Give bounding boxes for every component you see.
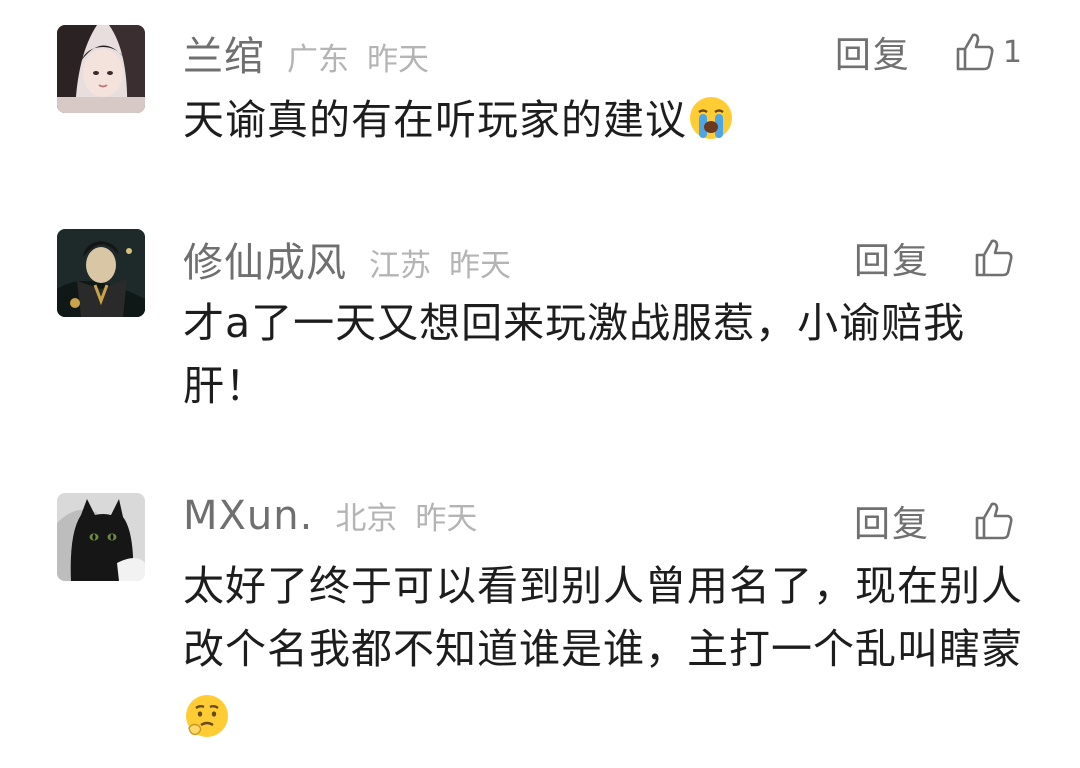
comment-meta: 兰绾 广东 昨天 (183, 24, 429, 80)
like-count: 1 (1002, 34, 1022, 70)
thinking-worried-face-emoji (183, 692, 231, 740)
comment-text: 太好了终于可以看到别人曾用名了，现在别人 改个名我都不知道谁是谁，主打一个乱叫瞎… (183, 555, 1033, 741)
username[interactable]: 修仙成风 (183, 230, 347, 288)
reply-button[interactable]: 回复 (854, 495, 930, 547)
reply-button[interactable]: 回复 (835, 26, 911, 78)
timestamp: 昨天 (415, 501, 478, 537)
comment-text: 天谕真的有在听玩家的建议 (183, 89, 1033, 152)
avatar[interactable] (57, 229, 145, 317)
comment-meta: 修仙成风 江苏 昨天 (183, 230, 511, 286)
comment-text: 才a了一天又想回来玩激战服惹，小谕赔我 肝！ (183, 292, 1033, 418)
like-button[interactable] (972, 236, 1022, 280)
comment-body-line: 改个名我都不知道谁是谁，主打一个乱叫瞎蒙 (183, 625, 1023, 673)
timestamp: 昨天 (367, 42, 429, 78)
comment-actions: 回复 (854, 493, 1022, 549)
comment-body-line: 肝！ (183, 362, 267, 410)
location-label: 广东 (287, 42, 349, 78)
comment-body-line: 太好了终于可以看到别人曾用名了，现在别人 (183, 562, 1023, 610)
comment-body: 天谕真的有在听玩家的建议 (183, 96, 687, 144)
comment-body-line: 才a了一天又想回来玩激战服惹，小谕赔我 (183, 299, 966, 347)
timestamp: 昨天 (449, 248, 511, 284)
comment-meta: MXun. 北京 昨天 (183, 493, 477, 549)
avatar-image (57, 493, 145, 581)
comment-actions: 回复 1 (835, 24, 1022, 80)
thumbs-up-icon (956, 33, 994, 71)
comment-actions: 回复 (854, 230, 1022, 286)
like-button[interactable]: 1 (953, 30, 1022, 74)
location-label: 北京 (335, 501, 398, 537)
avatar[interactable] (57, 25, 145, 113)
thumbs-up-icon (975, 239, 1013, 277)
loudly-crying-face-emoji (687, 94, 735, 142)
thumbs-up-icon (975, 502, 1013, 540)
avatar-image (57, 229, 145, 317)
avatar-image (57, 25, 145, 113)
reply-button[interactable]: 回复 (854, 232, 930, 284)
avatar[interactable] (57, 493, 145, 581)
username[interactable]: MXun. (183, 493, 313, 539)
like-button[interactable] (972, 499, 1022, 543)
username[interactable]: 兰绾 (183, 24, 265, 82)
location-label: 江苏 (369, 248, 431, 284)
